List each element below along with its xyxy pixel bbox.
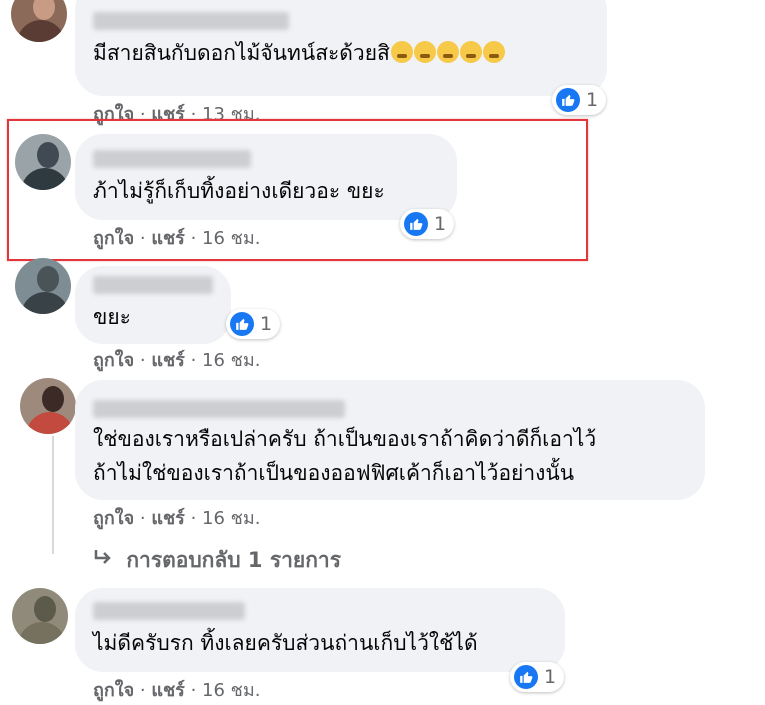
- comment-text: มีสายสินกับดอกไม้จันทน์สะด้วยสิ: [93, 38, 505, 68]
- laughing-emoji-icon: [482, 41, 505, 63]
- comment-text: ไม่ดีครับรก ทิ้งเลยครับส่วนถ่านเก็บไว้ใช…: [93, 631, 478, 655]
- comment-text-line-2: ถ้าไม่ใช่ของเราถ้าเป็นของออฟฟิศเค้าก็เอา…: [93, 461, 575, 485]
- comment-bubble-4: ใช่ของเราหรือเปล่าครับ ถ้าเป็นของเราถ้าค…: [75, 380, 705, 500]
- author-name-redacted[interactable]: [93, 602, 245, 620]
- reaction-badge[interactable]: 1: [510, 662, 565, 692]
- author-name-redacted[interactable]: [93, 276, 213, 294]
- reply-arrow-icon: [93, 548, 119, 572]
- like-icon: [514, 665, 538, 689]
- separator: ·: [190, 508, 197, 529]
- comment-timestamp[interactable]: 16 ชม.: [202, 508, 260, 529]
- separator: ·: [139, 680, 146, 701]
- comment-actions: ถูกใจ · แชร์ · 16 ชม.: [93, 679, 260, 703]
- reply-thread-line: [52, 436, 54, 554]
- reaction-count: 1: [260, 313, 273, 335]
- reaction-badge[interactable]: 1: [552, 85, 607, 115]
- like-link[interactable]: ถูกใจ: [93, 350, 134, 371]
- laughing-emoji-icon: [390, 41, 505, 65]
- commenter-avatar-1[interactable]: [11, 0, 67, 42]
- like-icon: [556, 88, 580, 112]
- comment-text: ขยะ: [93, 305, 131, 329]
- author-name-redacted[interactable]: [93, 12, 289, 30]
- laughing-emoji-icon: [413, 41, 436, 63]
- reaction-count: 1: [586, 89, 599, 111]
- reaction-count: 1: [544, 666, 557, 688]
- commenter-avatar-5[interactable]: [12, 588, 68, 644]
- separator: ·: [190, 680, 197, 701]
- laughing-emoji-icon: [459, 41, 482, 63]
- comment-text-line-1: ใช่ของเราหรือเปล่าครับ ถ้าเป็นของเราถ้าค…: [93, 427, 597, 451]
- author-name-redacted[interactable]: [93, 400, 345, 418]
- share-link[interactable]: แชร์: [151, 508, 185, 529]
- like-link[interactable]: ถูกใจ: [93, 680, 134, 701]
- comment-bubble-5: ไม่ดีครับรก ทิ้งเลยครับส่วนถ่านเก็บไว้ใช…: [75, 588, 565, 672]
- comment-actions: ถูกใจ · แชร์ · 16 ชม.: [93, 349, 260, 373]
- share-link[interactable]: แชร์: [151, 350, 185, 371]
- commenter-avatar-3[interactable]: [15, 258, 71, 314]
- commenter-avatar-4[interactable]: [20, 378, 76, 434]
- separator: ·: [139, 350, 146, 371]
- laughing-emoji-icon: [390, 41, 413, 63]
- highlight-box: [7, 119, 588, 261]
- laughing-emoji-icon: [436, 41, 459, 63]
- like-link[interactable]: ถูกใจ: [93, 508, 134, 529]
- view-replies-link[interactable]: การตอบกลับ 1 รายการ: [93, 544, 341, 577]
- replies-count-label: การตอบกลับ 1 รายการ: [126, 548, 341, 572]
- comment-bubble-1: มีสายสินกับดอกไม้จันทน์สะด้วยสิ: [75, 0, 607, 96]
- separator: ·: [190, 350, 197, 371]
- comment-bubble-3: ขยะ: [75, 266, 231, 344]
- comment-actions: ถูกใจ · แชร์ · 16 ชม.: [93, 507, 260, 531]
- comment-timestamp[interactable]: 16 ชม.: [202, 680, 260, 701]
- share-link[interactable]: แชร์: [151, 680, 185, 701]
- comment-timestamp[interactable]: 16 ชม.: [202, 350, 260, 371]
- reaction-badge[interactable]: 1: [226, 309, 281, 339]
- separator: ·: [139, 508, 146, 529]
- like-icon: [230, 312, 254, 336]
